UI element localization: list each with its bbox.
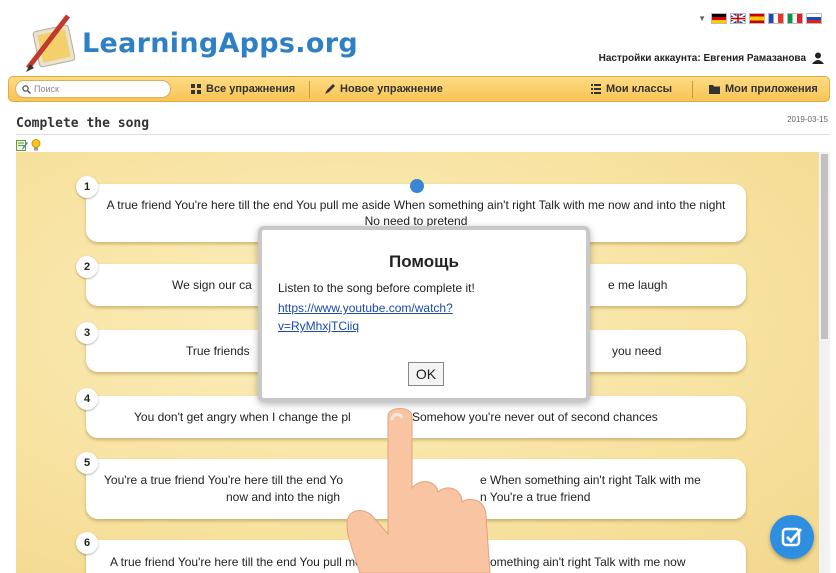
- checkbox-edit-icon: [781, 527, 803, 547]
- lightbulb-icon[interactable]: [30, 139, 42, 151]
- nav-all-exercises[interactable]: Все упражнения: [191, 77, 295, 101]
- flag-fr-icon[interactable]: [768, 13, 784, 24]
- check-fab-button[interactable]: [770, 515, 814, 559]
- flag-ru-icon[interactable]: [806, 13, 822, 24]
- scrollbar-thumb[interactable]: [821, 154, 828, 339]
- user-icon: [812, 52, 824, 64]
- song-line-text: True friends: [186, 344, 250, 358]
- song-line-text: e me laugh: [608, 278, 668, 292]
- flag-gb-icon[interactable]: [730, 13, 746, 24]
- page-title: Complete the song: [16, 116, 150, 131]
- logo[interactable]: LearningApps.org: [22, 6, 358, 76]
- logo-text: LearningApps.org: [82, 28, 358, 59]
- app-tools: [16, 139, 42, 151]
- account-settings[interactable]: Настройки аккаунта: Евгения Рамазанова: [599, 52, 824, 64]
- pencil-icon: [325, 84, 335, 94]
- song-line-text: something ain't right Talk with me now: [484, 555, 686, 569]
- nav-divider: [309, 81, 310, 98]
- pointing-hand-icon: [346, 408, 491, 573]
- flag-de-icon[interactable]: [711, 13, 727, 24]
- card-number: 2: [76, 256, 98, 278]
- modal-text: Listen to the song before complete it!: [278, 281, 475, 295]
- folder-icon: [709, 85, 720, 94]
- drag-handle-dot[interactable]: [410, 179, 424, 193]
- youtube-link[interactable]: https://www.youtube.com/watch? v=RyMhxjT…: [278, 299, 498, 335]
- song-line-text: e When something ain't right Talk with m…: [480, 473, 701, 487]
- language-flags: ▼: [698, 13, 822, 24]
- card-number: 1: [76, 176, 98, 198]
- list-icon: [591, 84, 601, 94]
- grid-icon: [191, 84, 201, 94]
- account-label: Настройки аккаунта: Евгения Рамазанова: [598, 52, 806, 64]
- navbar: Поиск Все упражнения Новое упражнение Мо…: [8, 76, 830, 102]
- nav-my-apps-label: Мои приложения: [725, 83, 818, 95]
- nav-new-exercise-label: Новое упражнение: [340, 83, 443, 95]
- search-placeholder: Поиск: [34, 83, 59, 94]
- card-number: 4: [76, 388, 98, 410]
- nav-divider: [692, 81, 693, 98]
- search-icon: [22, 84, 31, 94]
- card-number: 5: [76, 452, 98, 474]
- edit-note-icon[interactable]: [16, 139, 28, 151]
- nav-new-exercise[interactable]: Новое упражнение: [325, 77, 443, 101]
- scrollbar[interactable]: [819, 152, 830, 573]
- song-line-text: A true friend You're here till the end Y…: [110, 555, 362, 569]
- song-line-text: You don't get angry when I change the pl: [134, 410, 351, 424]
- search-input[interactable]: Поиск: [15, 80, 171, 98]
- card-number: 6: [76, 532, 98, 554]
- language-dropdown-icon[interactable]: ▼: [698, 14, 706, 23]
- nav-my-classes-label: Мои классы: [606, 83, 673, 95]
- song-line-text: We sign our ca: [172, 278, 252, 292]
- song-line-text: You're a true friend You're here till th…: [104, 473, 343, 487]
- modal-title: Помощь: [389, 252, 459, 271]
- card-number: 3: [76, 322, 98, 344]
- flag-it-icon[interactable]: [787, 13, 803, 24]
- song-line-text: A true friend You're here till the end Y…: [106, 198, 726, 228]
- page-date: 2019-03-15: [787, 115, 828, 124]
- nav-my-apps[interactable]: Мои приложения: [709, 77, 818, 101]
- flag-es-icon[interactable]: [749, 13, 765, 24]
- ok-button[interactable]: OK: [408, 362, 444, 386]
- page: LearningApps.org ▼ Настройки аккаунта: Е…: [0, 0, 836, 573]
- youtube-link-line2: v=RyMhxjTCiiq: [278, 319, 360, 333]
- title-divider: [16, 134, 830, 135]
- youtube-link-line1: https://www.youtube.com/watch?: [278, 301, 453, 315]
- nav-my-classes[interactable]: Мои классы: [591, 77, 672, 101]
- nav-all-exercises-label: Все упражнения: [206, 83, 296, 95]
- song-line-text: you need: [612, 344, 662, 358]
- song-line-text: now and into the nigh: [226, 490, 341, 504]
- help-modal: Помощь Listen to the song before complet…: [258, 226, 590, 402]
